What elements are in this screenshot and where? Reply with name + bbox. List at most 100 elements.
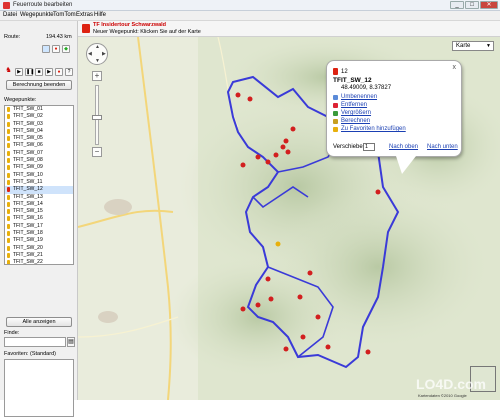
waypoint-marker[interactable] <box>297 294 303 300</box>
waypoint-marker[interactable] <box>265 159 271 165</box>
folder-icon[interactable]: ▤ <box>67 337 75 347</box>
map-view[interactable]: ▲ ▼ ◀ ▶ + − Karte ▼ x 12 TFIT_SW_12 48.4… <box>78 37 500 400</box>
waypoint-list-item[interactable]: TFIT_SW_17 <box>5 223 73 230</box>
move-up-link[interactable]: Nach oben <box>389 144 418 150</box>
waypoint-marker[interactable] <box>235 92 241 98</box>
favorites-list[interactable] <box>4 359 74 417</box>
shift-input[interactable]: 1 <box>363 143 375 151</box>
waypoint-name: TFIT_SW_12 <box>333 77 372 84</box>
zoom-out-button[interactable]: − <box>92 147 102 157</box>
menu-hilfe[interactable]: Hilfe <box>94 12 106 18</box>
waypoint-marker[interactable] <box>300 334 306 340</box>
tomtom-icon[interactable]: ◆ <box>62 45 70 53</box>
waypoint-list-item[interactable]: TFIT_SW_20 <box>5 245 73 252</box>
menu-datei[interactable]: Datei <box>3 12 17 18</box>
waypoint-list-item[interactable]: TFIT_SW_06 <box>5 142 73 149</box>
waypoint-marker[interactable] <box>283 138 289 144</box>
route-toolbar-top: ● ◆ <box>4 45 74 54</box>
zoom-link[interactable]: Vergrößern <box>341 110 371 116</box>
waypoint-list-item[interactable]: TFIT_SW_16 <box>5 215 73 222</box>
zoom-slider-handle[interactable] <box>92 115 102 120</box>
waypoint-list-item[interactable]: TFIT_SW_14 <box>5 201 73 208</box>
waypoint-list-label: TFIT_SW_09 <box>13 164 43 171</box>
calculate-link[interactable]: Berechnen <box>341 118 370 124</box>
waypoint-list-item[interactable]: TFIT_SW_12 <box>5 186 73 194</box>
remove-link[interactable]: Entfernen <box>341 102 367 108</box>
waypoint-list-item[interactable]: TFIT_SW_19 <box>5 237 73 244</box>
pause-icon[interactable]: ❚❚ <box>25 68 34 76</box>
waypoint-marker[interactable] <box>240 306 246 312</box>
waypoint-list-item[interactable]: TFIT_SW_10 <box>5 172 73 179</box>
menu-tomtom[interactable]: TomTom <box>53 12 76 18</box>
waypoint-marker[interactable] <box>280 144 286 150</box>
menu-wegepunkte[interactable]: Wegepunkte <box>20 12 54 18</box>
waypoint-marker[interactable] <box>315 314 321 320</box>
waypoint-marker[interactable] <box>265 276 271 282</box>
waypoint-list-item[interactable]: TFIT_SW_09 <box>5 164 73 171</box>
minimize-button[interactable]: _ <box>450 1 464 9</box>
waypoint-list-item[interactable]: TFIT_SW_15 <box>5 208 73 215</box>
waypoint-marker[interactable] <box>247 96 253 102</box>
pan-west-icon[interactable]: ◀ <box>88 51 92 57</box>
waypoint-list-item[interactable]: TFIT_SW_05 <box>5 135 73 142</box>
waypoint-marker[interactable] <box>307 270 313 276</box>
waypoint-list-item[interactable]: TFIT_SW_11 <box>5 179 73 186</box>
show-all-button[interactable]: Alle anzeigen <box>6 317 72 327</box>
waypoint-marker[interactable] <box>290 126 296 132</box>
waypoint-pin-icon <box>7 260 10 264</box>
waypoint-marker[interactable] <box>325 344 331 350</box>
find-input[interactable] <box>4 337 66 347</box>
pan-east-icon[interactable]: ▶ <box>102 51 106 57</box>
waypoint-marker-selected[interactable] <box>275 241 281 247</box>
close-icon[interactable]: x <box>453 64 457 71</box>
waypoint-list-item[interactable]: TFIT_SW_04 <box>5 128 73 135</box>
pan-north-icon[interactable]: ▲ <box>95 44 100 50</box>
save-icon[interactable] <box>42 45 50 53</box>
close-button[interactable]: ✕ <box>480 1 498 9</box>
pan-control[interactable]: ▲ ▼ ◀ ▶ <box>86 43 108 65</box>
rename-link[interactable]: Umbenennen <box>341 94 377 100</box>
waypoint-marker[interactable] <box>255 154 261 160</box>
waypoint-list-item[interactable]: TFIT_SW_21 <box>5 252 73 259</box>
waypoint-pin-icon <box>7 216 10 222</box>
waypoint-list-item[interactable]: TFIT_SW_13 <box>5 194 73 201</box>
waypoint-list-label: TFIT_SW_03 <box>13 120 43 127</box>
stop-calculation-button[interactable]: Berechnung beenden <box>6 80 72 90</box>
waypoint-list-label: TFIT_SW_02 <box>13 113 43 120</box>
pan-south-icon[interactable]: ▼ <box>95 58 100 64</box>
move-down-link[interactable]: Nach unten <box>427 144 458 150</box>
forward-icon[interactable]: ▶ <box>45 68 53 76</box>
popup-pointer <box>396 156 416 174</box>
waypoint-list-item[interactable]: TFIT_SW_22 <box>5 259 73 264</box>
menu-extras[interactable]: Extras <box>76 12 93 18</box>
waypoint-marker[interactable] <box>365 349 371 355</box>
waypoint-marker[interactable] <box>375 189 381 195</box>
waypoint-list-item[interactable]: TFIT_SW_07 <box>5 150 73 157</box>
waypoint-marker[interactable] <box>283 346 289 352</box>
waypoint-list-item[interactable]: TFIT_SW_02 <box>5 113 73 120</box>
zoom-in-button[interactable]: + <box>92 71 102 81</box>
waypoint-marker[interactable] <box>285 149 291 155</box>
waypoint-pin-icon <box>7 158 10 164</box>
waypoint-list-item[interactable]: TFIT_SW_18 <box>5 230 73 237</box>
add-favorite-link[interactable]: Zu Favoriten hinzufügen <box>341 126 406 132</box>
marker-icon[interactable]: ● <box>52 45 60 53</box>
waypoint-marker[interactable] <box>240 162 246 168</box>
map-type-select[interactable]: Karte ▼ <box>452 41 494 51</box>
waypoint-list[interactable]: TFIT_SW_01 TFIT_SW_02 TFIT_SW_03 TFIT_SW_04… <box>4 105 74 265</box>
waypoint-list-label: TFIT_SW_16 <box>13 215 43 222</box>
waypoint-marker[interactable] <box>273 152 279 158</box>
play-icon[interactable]: ▶ <box>15 68 23 76</box>
menu-bar: Datei Wegepunkte TomTom Extras Hilfe <box>0 11 500 21</box>
waypoint-pin-icon <box>7 245 10 251</box>
waypoint-list-item[interactable]: TFIT_SW_03 <box>5 121 73 128</box>
waypoint-marker[interactable] <box>255 302 261 308</box>
waypoint-list-item[interactable]: TFIT_SW_08 <box>5 157 73 164</box>
maximize-button[interactable]: □ <box>465 1 479 9</box>
waypoint-marker[interactable] <box>268 296 274 302</box>
pin-icon[interactable]: ● <box>55 68 63 76</box>
waypoint-pin-icon <box>7 179 10 185</box>
waypoint-list-item[interactable]: TFIT_SW_01 <box>5 106 73 113</box>
help-icon[interactable]: ? <box>65 68 73 76</box>
stop-icon[interactable]: ■ <box>35 68 43 76</box>
